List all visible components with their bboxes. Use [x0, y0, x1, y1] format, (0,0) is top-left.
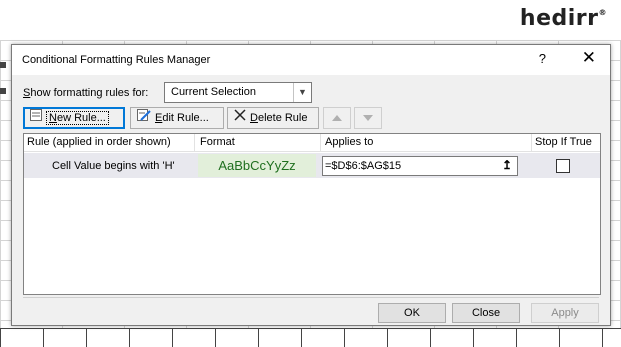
delete-x-icon — [234, 108, 246, 128]
ok-button[interactable]: OK — [378, 303, 446, 323]
applies-to-field[interactable]: =$D$6:$AG$15 ↥ — [322, 156, 518, 176]
move-down-button[interactable] — [354, 107, 382, 129]
rule-row[interactable]: Cell Value begins with 'H' AaBbCcYyZz =$… — [24, 153, 600, 178]
dialog-titlebar: Conditional Formatting Rules Manager ? ✕ — [12, 45, 610, 75]
column-header-format: Format — [200, 136, 235, 148]
applies-to-value: =$D$6:$AG$15 — [325, 160, 402, 172]
delete-rule-label: Delete Rule — [250, 112, 308, 124]
collapse-range-icon[interactable]: ↥ — [498, 157, 516, 175]
arrow-up-icon — [332, 115, 342, 121]
column-header-applies-to: Applies to — [325, 136, 374, 148]
help-button[interactable]: ? — [539, 51, 546, 66]
format-preview: AaBbCcYyZz — [198, 154, 316, 177]
move-up-button[interactable] — [323, 107, 351, 129]
column-divider — [320, 134, 321, 151]
brand-logo: hedirr® — [519, 6, 607, 31]
conditional-formatting-dialog: Conditional Formatting Rules Manager ? ✕… — [11, 44, 611, 326]
close-icon[interactable]: ✕ — [582, 48, 596, 68]
close-button[interactable]: Close — [452, 303, 520, 323]
rules-list[interactable]: Rule (applied in order shown) Format App… — [23, 133, 601, 295]
scope-dropdown[interactable]: Current Selection ▼ — [164, 82, 312, 103]
arrow-down-icon — [363, 115, 373, 121]
scope-value: Current Selection — [171, 86, 256, 98]
column-divider — [194, 134, 195, 151]
edit-rule-button[interactable]: Edit Rule... — [130, 107, 224, 129]
delete-rule-button[interactable]: Delete Rule — [227, 107, 319, 129]
edit-rule-icon — [137, 108, 151, 128]
row-marker — [0, 62, 6, 68]
edit-rule-label: Edit Rule... — [155, 112, 209, 124]
new-rule-button[interactable]: New Rule... — [23, 107, 125, 129]
apply-button[interactable]: Apply — [531, 303, 599, 323]
column-header-rule: Rule (applied in order shown) — [27, 136, 171, 148]
column-divider — [531, 134, 532, 151]
spreadsheet-bottom-grid — [0, 328, 621, 347]
rules-header: Rule (applied in order shown) Format App… — [24, 134, 600, 152]
new-rule-label: New Rule... — [46, 111, 109, 125]
stop-if-true-checkbox[interactable] — [556, 159, 570, 173]
column-header-stop-if-true: Stop If True — [535, 136, 592, 148]
new-rule-icon — [30, 108, 42, 128]
row-marker — [0, 88, 6, 94]
dialog-title: Conditional Formatting Rules Manager — [22, 54, 211, 66]
divider — [23, 297, 599, 298]
chevron-down-icon[interactable]: ▼ — [293, 83, 311, 102]
rule-description: Cell Value begins with 'H' — [52, 160, 175, 172]
show-rules-for-label: Show formatting rules for: — [23, 87, 149, 99]
